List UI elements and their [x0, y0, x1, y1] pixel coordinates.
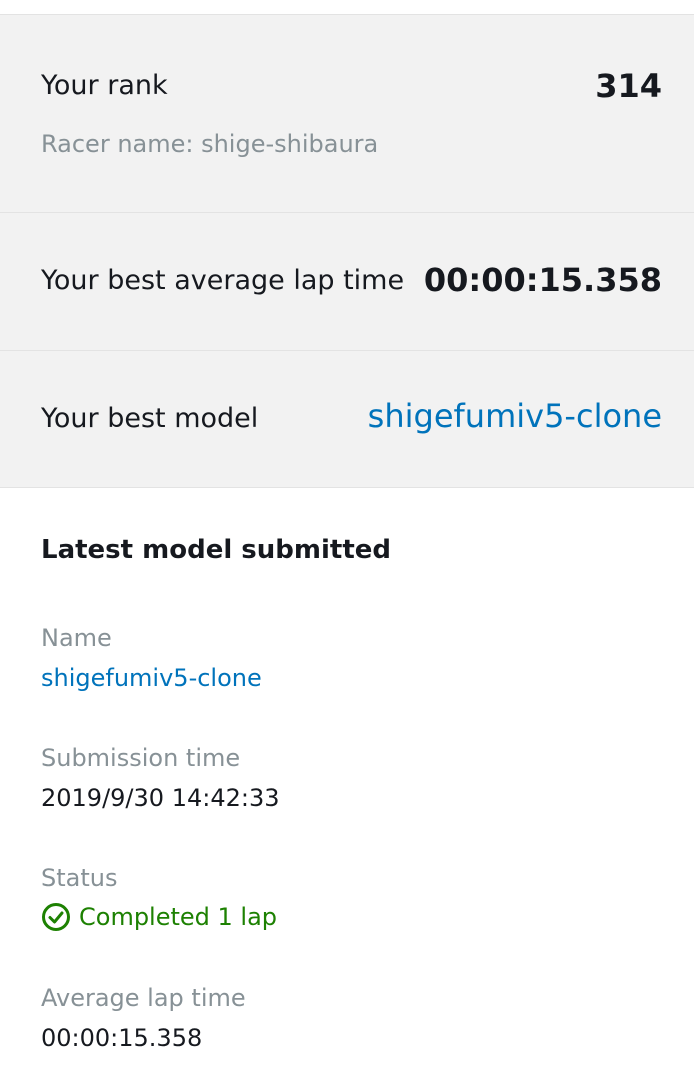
rank-label: Your rank [41, 70, 168, 101]
latest-model-name-link[interactable]: shigefumiv5-clone [41, 664, 262, 692]
average-lap-time-label: Average lap time [41, 984, 246, 1012]
status-text: Completed 1 lap [79, 903, 278, 931]
best-lap-label: Your best average lap time [41, 265, 405, 296]
rank-value: 314 [595, 67, 662, 105]
status-label: Status [41, 864, 118, 892]
best-model-label: Your best model [41, 403, 259, 434]
rank-row: Your rank 314 Racer name: shige-shibaura [0, 15, 694, 213]
latest-model-title: Latest model submitted [41, 535, 391, 565]
status-value: Completed 1 lap [41, 902, 277, 932]
submission-time-value: 2019/9/30 14:42:33 [41, 784, 280, 812]
best-lap-value: 00:00:15.358 [423, 261, 662, 299]
submission-time-label: Submission time [41, 744, 241, 772]
best-model-link[interactable]: shigefumiv5-clone [368, 397, 662, 435]
top-spacer [0, 0, 694, 15]
check-circle-icon [41, 902, 71, 932]
average-lap-time-value: 00:00:15.358 [41, 1024, 203, 1052]
latest-model-section: Latest model submitted Name shigefumiv5-… [0, 488, 694, 1084]
best-model-row: Your best model shigefumiv5-clone [0, 351, 694, 488]
racer-name: Racer name: shige-shibaura [41, 130, 379, 158]
name-label: Name [41, 624, 112, 652]
best-lap-row: Your best average lap time 00:00:15.358 [0, 213, 694, 351]
